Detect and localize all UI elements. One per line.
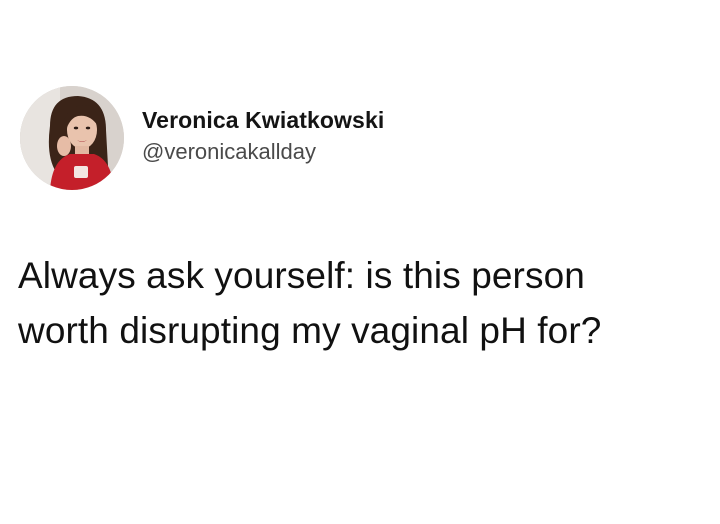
tweet-header: Veronica Kwiatkowski @veronicakallday — [20, 86, 384, 190]
avatar[interactable] — [20, 86, 124, 190]
author-handle[interactable]: @veronicakallday — [142, 137, 384, 167]
author-display-name[interactable]: Veronica Kwiatkowski — [142, 105, 384, 135]
author-info: Veronica Kwiatkowski @veronicakallday — [142, 105, 384, 167]
profile-photo-icon — [20, 86, 124, 190]
tweet-text-line-1: Always ask yourself: is this person — [18, 255, 585, 296]
tweet-text-line-2: worth disrupting my vaginal pH for? — [18, 310, 602, 351]
tweet-card: Veronica Kwiatkowski @veronicakallday Al… — [0, 0, 720, 524]
tweet-text: Always ask yourself: is this person wort… — [18, 248, 708, 358]
